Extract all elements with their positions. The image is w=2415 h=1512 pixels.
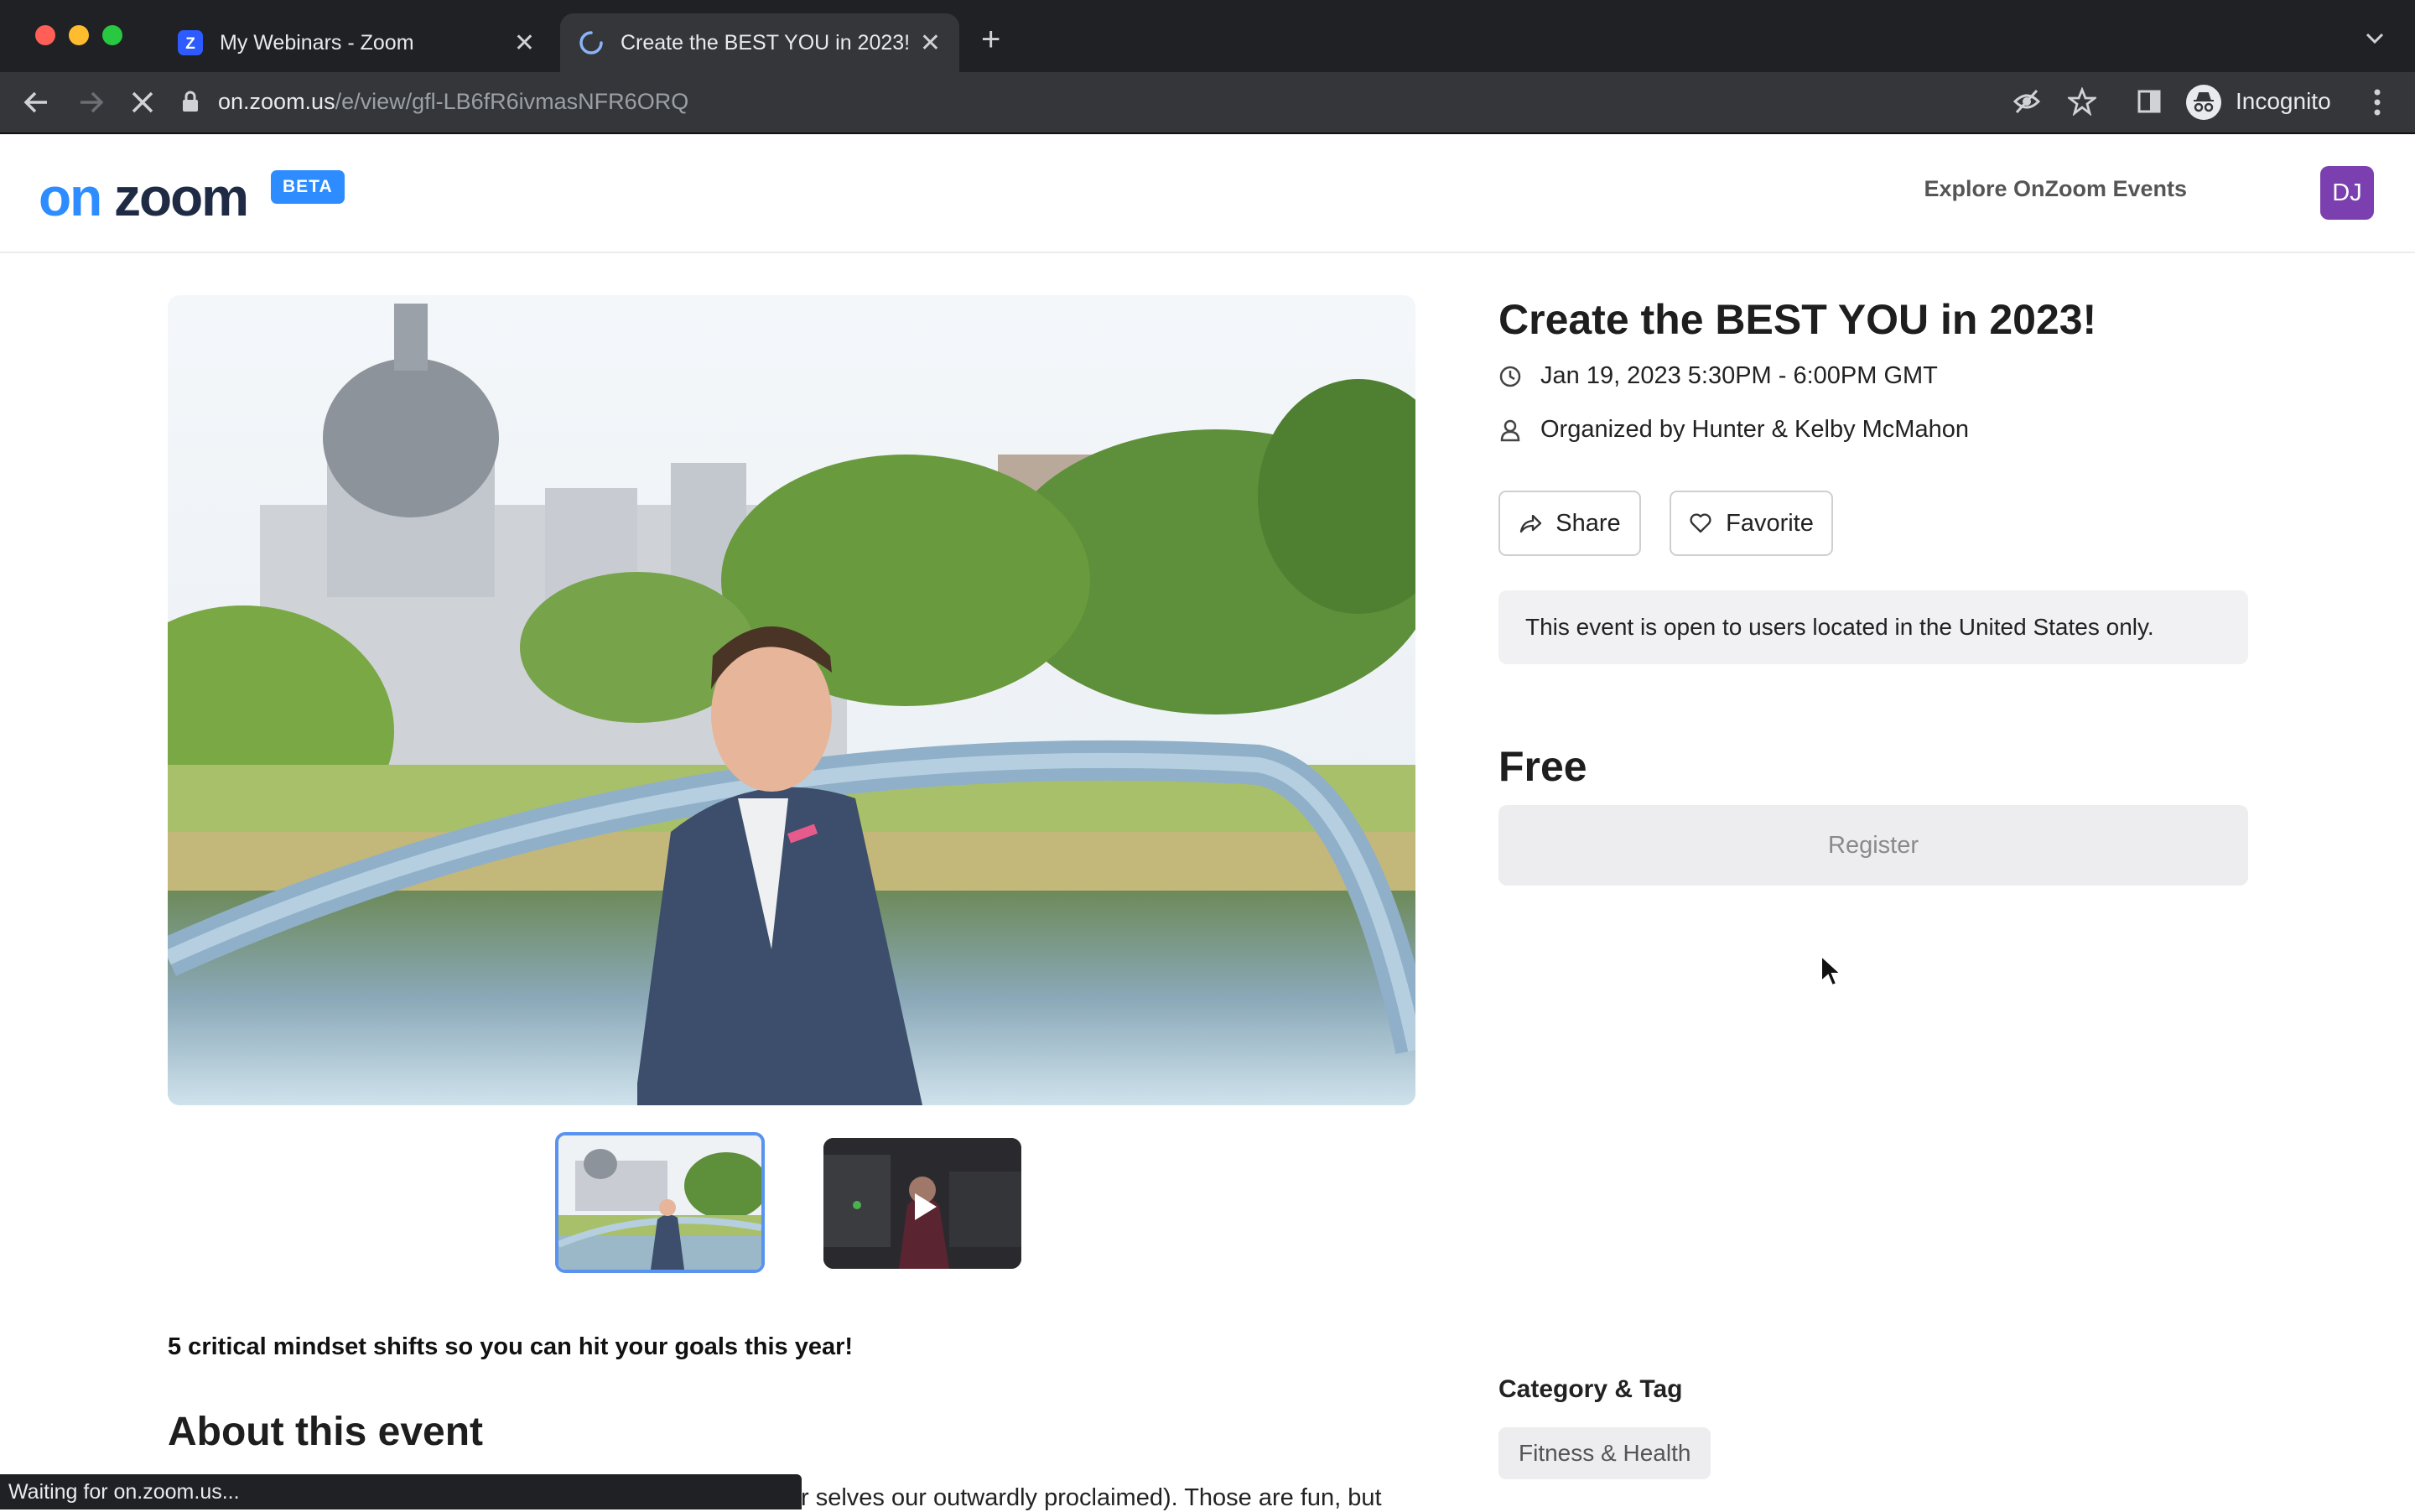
minimize-window-button[interactable] bbox=[69, 25, 89, 45]
about-heading: About this event bbox=[168, 1410, 484, 1454]
event-datetime-row: Jan 19, 2023 5:30PM - 6:00PM GMT bbox=[1498, 362, 1938, 390]
zoom-icon: Z bbox=[178, 30, 203, 55]
explore-events-link[interactable]: Explore OnZoom Events bbox=[1924, 176, 2187, 202]
lock-icon[interactable] bbox=[181, 90, 200, 113]
tab-search-chevron-icon[interactable] bbox=[2365, 32, 2385, 45]
tab-my-webinars[interactable]: Z My Webinars - Zoom ✕ bbox=[159, 13, 553, 72]
event-datetime: Jan 19, 2023 5:30PM - 6:00PM GMT bbox=[1540, 362, 1938, 389]
onzoom-logo[interactable]: on zoom bbox=[39, 170, 249, 224]
event-price: Free bbox=[1498, 743, 1587, 790]
location-notice: This event is open to users located in t… bbox=[1498, 590, 2248, 664]
stop-loading-icon[interactable] bbox=[129, 89, 156, 116]
loading-spinner-icon bbox=[579, 31, 603, 55]
event-title: Create the BEST YOU in 2023! bbox=[1498, 296, 2097, 343]
event-hero-image bbox=[168, 295, 1415, 1105]
share-button[interactable]: Share bbox=[1498, 491, 1641, 556]
favorite-label: Favorite bbox=[1726, 509, 1814, 537]
event-organizer-row: Organized by Hunter & Kelby McMahon bbox=[1498, 416, 1969, 444]
back-arrow-icon[interactable] bbox=[22, 89, 50, 116]
clock-icon bbox=[1499, 366, 1521, 387]
share-arrow-icon bbox=[1520, 514, 1542, 533]
gallery-thumbnail-video[interactable] bbox=[823, 1138, 1021, 1269]
location-notice-text: This event is open to users located in t… bbox=[1525, 614, 2154, 640]
event-organizer[interactable]: Organized by Hunter & Kelby McMahon bbox=[1540, 416, 1969, 444]
mouse-cursor-icon bbox=[1820, 954, 1841, 987]
browser-menu-icon[interactable] bbox=[2371, 87, 2383, 117]
tab-title: My Webinars - Zoom bbox=[220, 30, 414, 55]
profile-label[interactable]: Incognito bbox=[2236, 88, 2331, 115]
gallery-thumbnail-photo[interactable] bbox=[555, 1132, 765, 1273]
beta-badge: BETA bbox=[271, 170, 345, 204]
svg-text:Z: Z bbox=[185, 35, 195, 53]
category-heading: Category & Tag bbox=[1498, 1375, 1683, 1403]
heart-icon bbox=[1690, 513, 1711, 533]
favorite-button[interactable]: Favorite bbox=[1670, 491, 1833, 556]
person-icon bbox=[1500, 419, 1520, 441]
url-host: on.zoom.us bbox=[218, 88, 335, 114]
tab-title: Create the BEST YOU in 2023! bbox=[621, 30, 911, 55]
event-tagline: 5 critical mindset shifts so you can hit… bbox=[168, 1333, 854, 1360]
forward-arrow-icon[interactable] bbox=[77, 89, 106, 116]
close-tab-icon[interactable]: ✕ bbox=[920, 29, 941, 58]
register-button[interactable]: Register bbox=[1498, 805, 2248, 886]
close-window-button[interactable] bbox=[35, 25, 55, 45]
address-bar[interactable]: on.zoom.us/e/view/gfl-LB6fR6ivmasNFR6ORQ bbox=[181, 81, 2143, 122]
incognito-icon[interactable] bbox=[2185, 84, 2222, 121]
url-path: /e/view/gfl-LB6fR6ivmasNFR6ORQ bbox=[335, 88, 689, 114]
tag-chip[interactable]: Fitness & Health bbox=[1498, 1427, 1711, 1479]
close-tab-icon[interactable]: ✕ bbox=[514, 29, 535, 58]
share-label: Share bbox=[1555, 509, 1621, 537]
browser-tab-bar: Z My Webinars - Zoom ✕ Create the BEST Y… bbox=[0, 0, 2415, 72]
tab-create-best-you[interactable]: Create the BEST YOU in 2023! ✕ bbox=[560, 13, 959, 72]
maximize-window-button[interactable] bbox=[102, 25, 122, 45]
status-bar: Waiting for on.zoom.us... bbox=[0, 1474, 802, 1509]
user-avatar[interactable]: DJ bbox=[2320, 166, 2374, 220]
new-tab-button[interactable]: + bbox=[981, 23, 1000, 56]
